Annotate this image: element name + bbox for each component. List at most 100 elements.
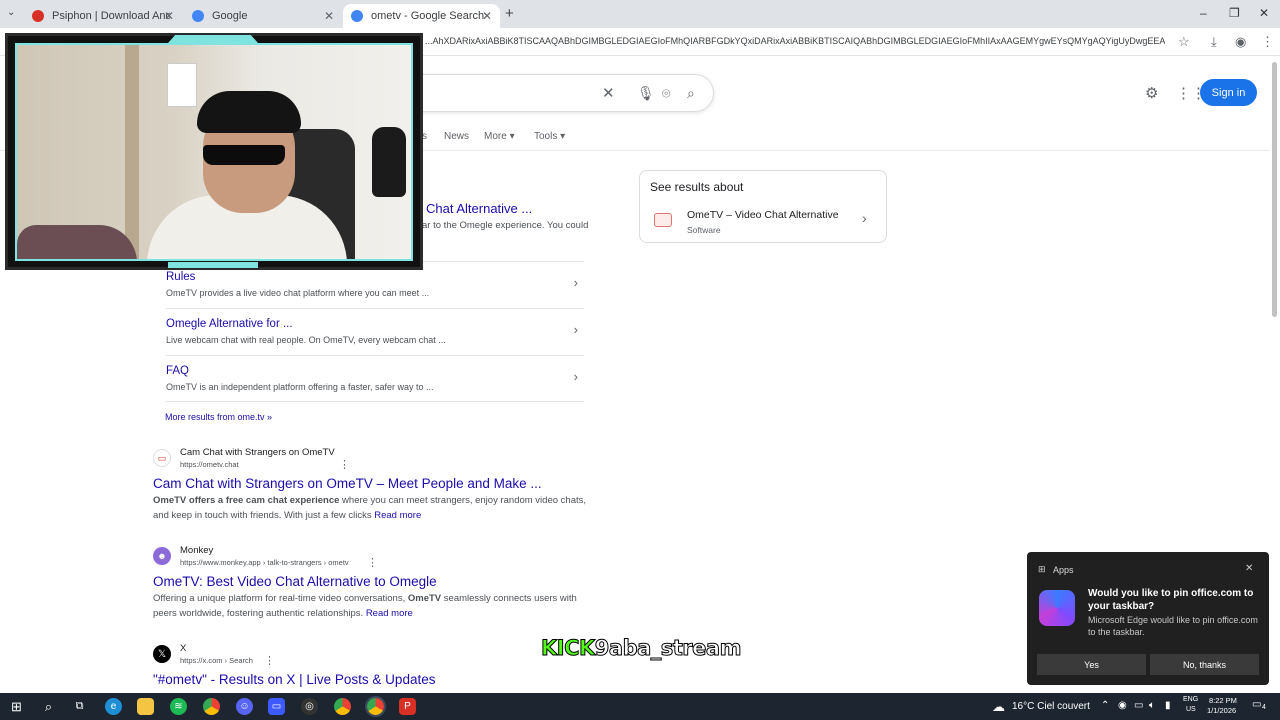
- close-tab-icon[interactable]: ✕: [482, 9, 492, 23]
- result-snippet: OmeTV offers a free cam chat experience …: [153, 495, 587, 506]
- ometv-favicon-icon: ▭: [153, 449, 171, 467]
- result-snippet-line2: peers worldwide, fostering authentic rel…: [153, 608, 413, 619]
- chrome-active-icon[interactable]: [365, 696, 386, 717]
- chrome-profile-icon[interactable]: [334, 698, 351, 715]
- battery-icon[interactable]: ▮: [1165, 700, 1171, 711]
- sitelink-rules[interactable]: Rules OmeTV provides a live video chat p…: [166, 270, 584, 308]
- psiphon-favicon-icon: [32, 10, 44, 22]
- yes-button[interactable]: Yes: [1037, 654, 1146, 675]
- result-title[interactable]: "#ometv" - Results on X | Live Posts & U…: [153, 672, 435, 687]
- result-site-name: X: [180, 643, 187, 654]
- entity-title[interactable]: OmeTV – Video Chat Alternative: [687, 209, 839, 221]
- stream-name: 9aba_stream: [594, 636, 742, 661]
- language-bottom[interactable]: US: [1186, 706, 1196, 713]
- close-tab-icon[interactable]: ✕: [164, 9, 174, 23]
- psiphon-icon[interactable]: P: [399, 698, 416, 715]
- read-more-link[interactable]: Read more: [366, 608, 413, 619]
- clock-date[interactable]: 1/1/2026: [1207, 706, 1236, 715]
- task-view-icon[interactable]: ⧉: [71, 698, 88, 715]
- close-tab-icon[interactable]: ✕: [324, 9, 334, 23]
- profile-icon[interactable]: ◉: [1235, 34, 1246, 50]
- settings-gear-icon[interactable]: ⚙: [1145, 84, 1158, 102]
- panel-heading: See results about: [650, 180, 744, 194]
- edge-icon[interactable]: e: [105, 698, 122, 715]
- search-icon[interactable]: ⌕: [687, 85, 695, 102]
- new-tab-button[interactable]: +: [505, 5, 514, 22]
- webcam-overlay: [5, 33, 423, 270]
- edge-pin-notification: ⊞ Apps ✕ Would you like to pin office.co…: [1027, 552, 1269, 685]
- download-icon[interactable]: ⤓: [1211, 34, 1217, 50]
- tab-more[interactable]: More ▾: [484, 131, 515, 142]
- microsoft-365-logo-icon: [1039, 590, 1075, 626]
- sign-in-button[interactable]: Sign in: [1200, 79, 1257, 106]
- sunglasses: [203, 145, 285, 165]
- voice-search-icon[interactable]: 🎙︎: [637, 85, 655, 102]
- network-icon[interactable]: ▭: [1134, 700, 1143, 711]
- tab-google[interactable]: Google ✕: [184, 4, 342, 28]
- notification-count[interactable]: 4: [1262, 704, 1266, 711]
- top-result-title[interactable]: Chat Alternative ...: [426, 201, 532, 216]
- spotify-icon[interactable]: ≋: [170, 698, 187, 715]
- bookmark-star-icon[interactable]: ☆: [1178, 34, 1190, 50]
- page-scrollbar[interactable]: [1272, 62, 1277, 317]
- result-options-icon[interactable]: ⋮: [339, 458, 350, 471]
- weather-cloud-icon[interactable]: ☁: [990, 698, 1007, 715]
- weather-text[interactable]: 16°C Ciel couvert: [1012, 701, 1090, 712]
- language-top[interactable]: ENG: [1183, 696, 1198, 703]
- tab-psiphon[interactable]: Psiphon | Download Android ap ✕: [24, 4, 182, 28]
- notification-app-label: Apps: [1053, 565, 1074, 575]
- search-input[interactable]: ✕ 🎙︎ ⌾ ⌕: [380, 74, 714, 112]
- result-cite-url: https://www.monkey.app › talk-to-strange…: [180, 558, 349, 567]
- chevron-right-icon: ›: [573, 275, 578, 290]
- tab-ometv-search[interactable]: ometv - Google Search ✕: [343, 4, 500, 28]
- start-windows-icon[interactable]: ⊞: [8, 698, 25, 715]
- sitelink-omegle-alternative[interactable]: Omegle Alternative for ... Live webcam c…: [166, 317, 584, 355]
- result-options-icon[interactable]: ⋮: [367, 556, 378, 569]
- result-title[interactable]: Cam Chat with Strangers on OmeTV – Meet …: [153, 476, 542, 491]
- sitelink-faq[interactable]: FAQ OmeTV is an independent platform off…: [166, 364, 584, 402]
- result-title[interactable]: OmeTV: Best Video Chat Alternative to Om…: [153, 574, 437, 589]
- tray-chevron-icon[interactable]: ⌃: [1101, 700, 1109, 711]
- restore-icon[interactable]: ❐: [1229, 6, 1240, 20]
- ometv-entity-icon: [654, 213, 672, 227]
- discord-icon[interactable]: ☺: [236, 698, 253, 715]
- sitelink-title[interactable]: Rules: [166, 271, 195, 283]
- see-results-about-panel: See results about OmeTV – Video Chat Alt…: [639, 170, 887, 243]
- more-results-link[interactable]: More results from ome.tv »: [165, 412, 272, 422]
- kick-logo: KICK: [541, 636, 596, 661]
- sitelink-title[interactable]: Omegle Alternative for ...: [166, 318, 293, 330]
- tab-tools[interactable]: Tools ▾: [534, 131, 565, 142]
- clock-time[interactable]: 8:22 PM: [1209, 696, 1237, 705]
- backpack: [372, 127, 406, 197]
- notification-detail: Microsoft Edge would like to pin office.…: [1088, 615, 1258, 637]
- no-thanks-button[interactable]: No, thanks: [1150, 654, 1259, 675]
- app-icon[interactable]: ▭: [268, 698, 285, 715]
- read-more-link[interactable]: Read more: [374, 510, 421, 521]
- url-field[interactable]: ...AhXDARixAxiABBiK8TISCAAQABhDGIMBGLEDG…: [425, 36, 1165, 46]
- clear-search-icon[interactable]: ✕: [602, 84, 615, 102]
- google-favicon-icon: [192, 10, 204, 22]
- blanket: [17, 225, 137, 259]
- sitelink-title[interactable]: FAQ: [166, 365, 189, 377]
- tab-title: Psiphon | Download Android ap: [52, 10, 170, 22]
- minimize-icon[interactable]: –: [1200, 6, 1207, 20]
- close-window-icon[interactable]: ✕: [1259, 6, 1269, 20]
- result-snippet: Offering a unique platform for real-time…: [153, 593, 577, 604]
- volume-icon[interactable]: 🔈︎: [1149, 700, 1155, 711]
- close-notification-icon[interactable]: ✕: [1245, 563, 1253, 574]
- obs-icon[interactable]: ◎: [301, 698, 318, 715]
- result-snippet-line2: and keep in touch with friends. With jus…: [153, 510, 422, 521]
- tab-news[interactable]: News: [444, 131, 469, 142]
- tab-search-icon[interactable]: ⌄: [7, 7, 15, 18]
- image-search-icon[interactable]: ⌾: [662, 85, 670, 102]
- tray-app-icon[interactable]: ◉: [1118, 700, 1127, 711]
- notification-center-icon[interactable]: ▭: [1252, 699, 1261, 710]
- entity-row[interactable]: OmeTV – Video Chat Alternative Software …: [640, 205, 886, 241]
- result-options-icon[interactable]: ⋮: [264, 654, 275, 667]
- browser-menu-icon[interactable]: ⋮: [1261, 34, 1274, 50]
- file-explorer-icon[interactable]: [137, 698, 154, 715]
- webcam-frame-ornament: [168, 262, 258, 268]
- chrome-icon[interactable]: [203, 698, 220, 715]
- divider: [166, 355, 584, 356]
- search-icon[interactable]: ⌕: [40, 698, 57, 715]
